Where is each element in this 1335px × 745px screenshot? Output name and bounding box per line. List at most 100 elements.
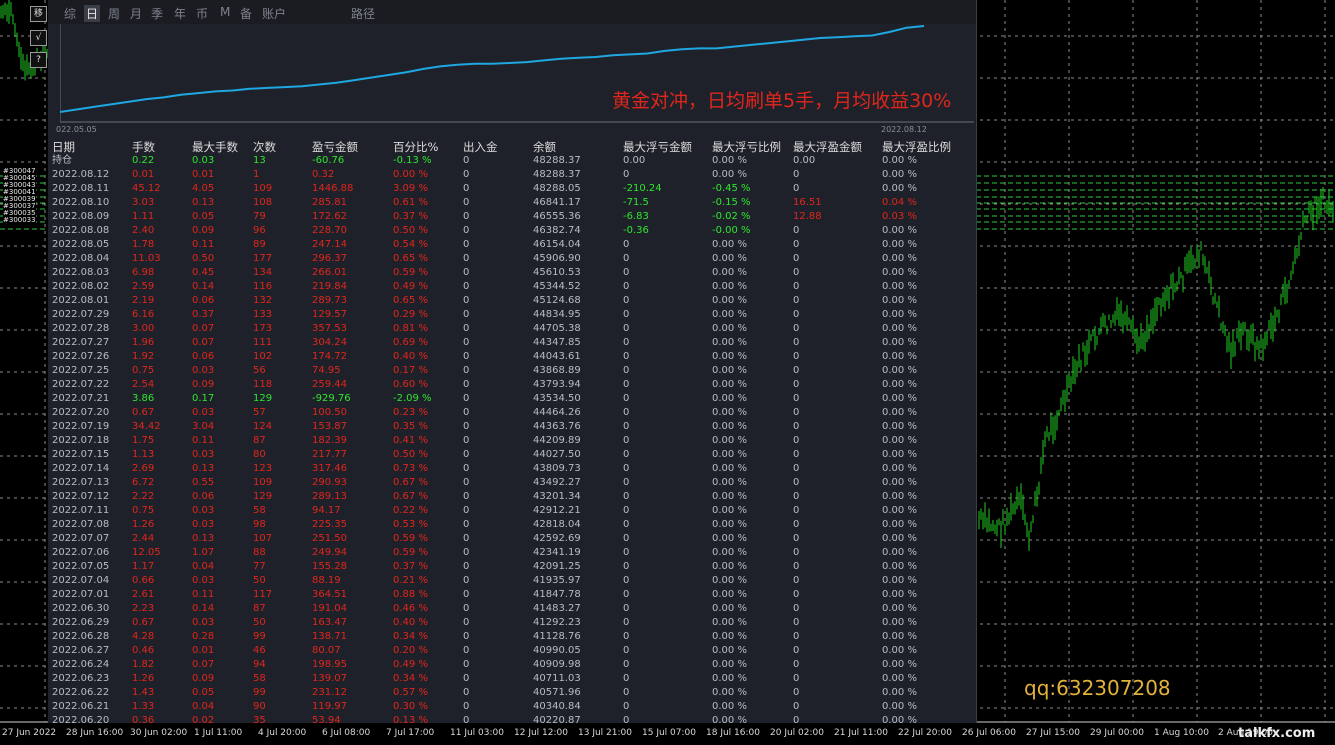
tab-day[interactable]: 日 (84, 5, 101, 22)
table-row[interactable]: 2022.07.04 0.66 0.03 50 88.19 0.21 % 0 41935.97… (48, 574, 976, 588)
table-row[interactable]: 2022.07.12 2.22 0.06 129 289.13 0.67 % 0 43201.… (48, 490, 976, 504)
table-row[interactable]: 2022.06.30 2.23 0.14 87 191.04 0.46 % 0 41483.2… (48, 602, 976, 616)
table-row[interactable]: 2022.07.25 0.75 0.03 56 74.95 0.17 % 0 43868.89… (48, 364, 976, 378)
col-header-max-float-profit[interactable]: 最大浮盈金额 (793, 140, 862, 154)
table-row[interactable]: 2022.07.22 2.54 0.09 118 259.44 0.60 % 0 43793.… (48, 378, 976, 392)
tab-quarter[interactable]: 季 (151, 5, 163, 22)
max-float-loss-ratio-cell: 0.00 % (712, 519, 747, 530)
table-row[interactable]: 2022.07.13 6.72 0.55 109 290.93 0.67 % 0 43492.… (48, 476, 976, 490)
deposit-cell: 0 (463, 239, 470, 250)
col-header-pnl[interactable]: 盈亏金额 (312, 140, 358, 154)
tab-m[interactable]: M (220, 5, 230, 19)
table-row[interactable]: 2022.08.08 2.40 0.09 96 228.70 0.50 % 0 46382.7… (48, 224, 976, 238)
col-header-max-lots[interactable]: 最大手数 (192, 140, 238, 154)
balance-cell: 40571.96 (533, 687, 581, 698)
max-float-profit-cell: 12.88 (793, 211, 822, 222)
table-row[interactable]: 2022.08.03 6.98 0.45 134 266.01 0.59 % 0 45610.… (48, 266, 976, 280)
table-row[interactable]: 2022.07.27 1.96 0.07 111 304.24 0.69 % 0 44347.… (48, 336, 976, 350)
table-row[interactable]: 2022.07.01 2.61 0.11 117 364.51 0.88 % 0 41847.… (48, 588, 976, 602)
table-row[interactable]: 2022.07.14 2.69 0.13 123 317.46 0.73 % 0 43809.… (48, 462, 976, 476)
max-float-loss-ratio-cell: -0.02 % (712, 211, 751, 222)
tab-account[interactable]: 账户 (262, 5, 286, 22)
tab-path[interactable]: 路径 (351, 5, 375, 22)
max-lots-cell: 0.14 (192, 281, 215, 292)
table-row[interactable]: 2022.07.05 1.17 0.04 77 155.28 0.37 % 0 42091.2… (48, 560, 976, 574)
col-header-lots[interactable]: 手数 (132, 140, 155, 154)
col-header-max-float-profit-ratio[interactable]: 最大浮盈比例 (882, 140, 951, 154)
date-cell: 2022.07.29 (52, 309, 110, 320)
deposit-cell: 0 (463, 701, 470, 712)
table-row[interactable]: 2022.08.04 11.03 0.50 177 296.37 0.65 % 0 45906… (48, 252, 976, 266)
deposit-cell: 0 (463, 225, 470, 236)
table-row[interactable]: 2022.07.06 12.05 1.07 88 249.94 0.59 % 0 42341.… (48, 546, 976, 560)
side-button-help[interactable]: ? (30, 52, 47, 68)
pct-cell: 0.50 % (393, 225, 428, 236)
col-header-date[interactable]: 日期 (52, 140, 75, 154)
side-button-check[interactable]: √ (30, 30, 47, 46)
tab-summary[interactable]: 综 (64, 5, 76, 22)
col-header-deposit[interactable]: 出入金 (463, 140, 498, 154)
col-header-max-float-loss-ratio[interactable]: 最大浮亏比例 (712, 140, 781, 154)
table-row[interactable]: 2022.08.01 2.19 0.06 132 289.73 0.65 % 0 45124.… (48, 294, 976, 308)
table-row[interactable]: 2022.06.22 1.43 0.05 99 231.12 0.57 % 0 40571.9… (48, 686, 976, 700)
table-row[interactable]: 2022.07.07 2.44 0.13 107 251.50 0.59 % 0 42592.… (48, 532, 976, 546)
col-header-balance[interactable]: 余额 (533, 140, 556, 154)
max-float-profit-ratio-cell: 0.00 % (882, 183, 917, 194)
max-float-loss-ratio-cell: 0.00 % (712, 701, 747, 712)
lots-cell: 1.78 (132, 239, 155, 250)
deposit-cell: 0 (463, 617, 470, 628)
table-row[interactable]: 2022.08.02 2.59 0.14 116 219.84 0.49 % 0 45344.… (48, 280, 976, 294)
time-tick-label: 26 Jul 06:00 (962, 728, 1016, 738)
table-row[interactable]: 2022.07.18 1.75 0.11 87 182.39 0.41 % 0 44209.8… (48, 434, 976, 448)
max-lots-cell: 0.50 (192, 253, 215, 264)
tab-week[interactable]: 周 (108, 5, 120, 22)
deposit-cell: 0 (463, 463, 470, 474)
deposit-cell: 0 (463, 561, 470, 572)
col-header-pct[interactable]: 百分比% (393, 140, 438, 154)
table-row[interactable]: 2022.07.11 0.75 0.03 58 94.17 0.22 % 0 42912.21… (48, 504, 976, 518)
table-row[interactable]: 2022.06.23 1.26 0.09 58 139.07 0.34 % 0 40711.0… (48, 672, 976, 686)
table-row[interactable]: 持仓 0.22 0.03 13 -60.76 -0.13 % 0 48288.37 0.00 0.… (48, 154, 976, 168)
table-row[interactable]: 2022.08.10 3.03 0.13 108 285.81 0.61 % 0 46841.… (48, 196, 976, 210)
table-row[interactable]: 2022.07.26 1.92 0.06 102 174.72 0.40 % 0 44043.… (48, 350, 976, 364)
pct-cell: 0.29 % (393, 309, 428, 320)
table-row[interactable]: 2022.06.20 0.36 0.02 35 53.94 0.13 % 0 40220.87… (48, 714, 976, 723)
max-lots-cell: 0.03 (192, 407, 215, 418)
table-row[interactable]: 2022.07.28 3.00 0.07 173 357.53 0.81 % 0 44705.… (48, 322, 976, 336)
count-cell: 102 (253, 351, 273, 362)
table-row[interactable]: 2022.08.12 0.01 0.01 1 0.32 0.00 % 0 48288.37 0 0… (48, 168, 976, 182)
table-row[interactable]: 2022.06.24 1.82 0.07 94 198.95 0.49 % 0 40909.9… (48, 658, 976, 672)
deposit-cell: 0 (463, 365, 470, 376)
tab-backup[interactable]: 备 (240, 5, 252, 22)
balance-cell: 44027.50 (533, 449, 581, 460)
tab-year[interactable]: 年 (174, 5, 186, 22)
table-row[interactable]: 2022.06.28 4.28 0.28 99 138.71 0.34 % 0 41128.7… (48, 630, 976, 644)
pct-cell: 0.65 % (393, 253, 428, 264)
table-row[interactable]: 2022.08.09 1.11 0.05 79 172.62 0.37 % 0 46555.3… (48, 210, 976, 224)
max-float-profit-cell: 0 (793, 267, 800, 278)
table-row[interactable]: 2022.06.29 0.67 0.03 50 163.47 0.40 % 0 41292.2… (48, 616, 976, 630)
tab-month[interactable]: 月 (130, 5, 142, 22)
count-cell: 50 (253, 575, 266, 586)
table-row[interactable]: 2022.07.08 1.26 0.03 98 225.35 0.53 % 0 42818.0… (48, 518, 976, 532)
table-row[interactable]: 2022.07.20 0.67 0.03 57 100.50 0.23 % 0 44464.2… (48, 406, 976, 420)
price-level-label: #300033 (3, 216, 36, 224)
pct-cell: 0.40 % (393, 351, 428, 362)
table-row[interactable]: 2022.07.21 3.86 0.17 129 -929.76 -2.09 % 0 4353… (48, 392, 976, 406)
table-row[interactable]: 2022.08.05 1.78 0.11 89 247.14 0.54 % 0 46154.0… (48, 238, 976, 252)
side-button-move[interactable]: 移 (30, 6, 47, 22)
table-row[interactable]: 2022.07.15 1.13 0.03 80 217.77 0.50 % 0 44027.5… (48, 448, 976, 462)
table-row[interactable]: 2022.07.19 34.42 3.04 124 153.87 0.35 % 0 44363… (48, 420, 976, 434)
table-row[interactable]: 2022.06.21 1.33 0.04 90 119.97 0.30 % 0 40340.8… (48, 700, 976, 714)
time-tick-label: 11 Jul 03:00 (450, 728, 504, 738)
table-row[interactable]: 2022.07.29 6.16 0.37 133 129.57 0.29 % 0 44834.… (48, 308, 976, 322)
balance-cell: 44043.61 (533, 351, 581, 362)
max-float-profit-cell: 0 (793, 379, 800, 390)
table-row[interactable]: 2022.08.11 45.12 4.05 109 1446.88 3.09 % 0 4828… (48, 182, 976, 196)
table-row[interactable]: 2022.06.27 0.46 0.01 46 80.07 0.20 % 0 40990.05… (48, 644, 976, 658)
col-header-max-float-loss[interactable]: 最大浮亏金额 (623, 140, 692, 154)
max-lots-cell: 0.06 (192, 491, 215, 502)
tab-currency[interactable]: 币 (196, 5, 208, 22)
col-header-count[interactable]: 次数 (253, 140, 276, 154)
max-float-profit-ratio-cell: 0.00 % (882, 169, 917, 180)
